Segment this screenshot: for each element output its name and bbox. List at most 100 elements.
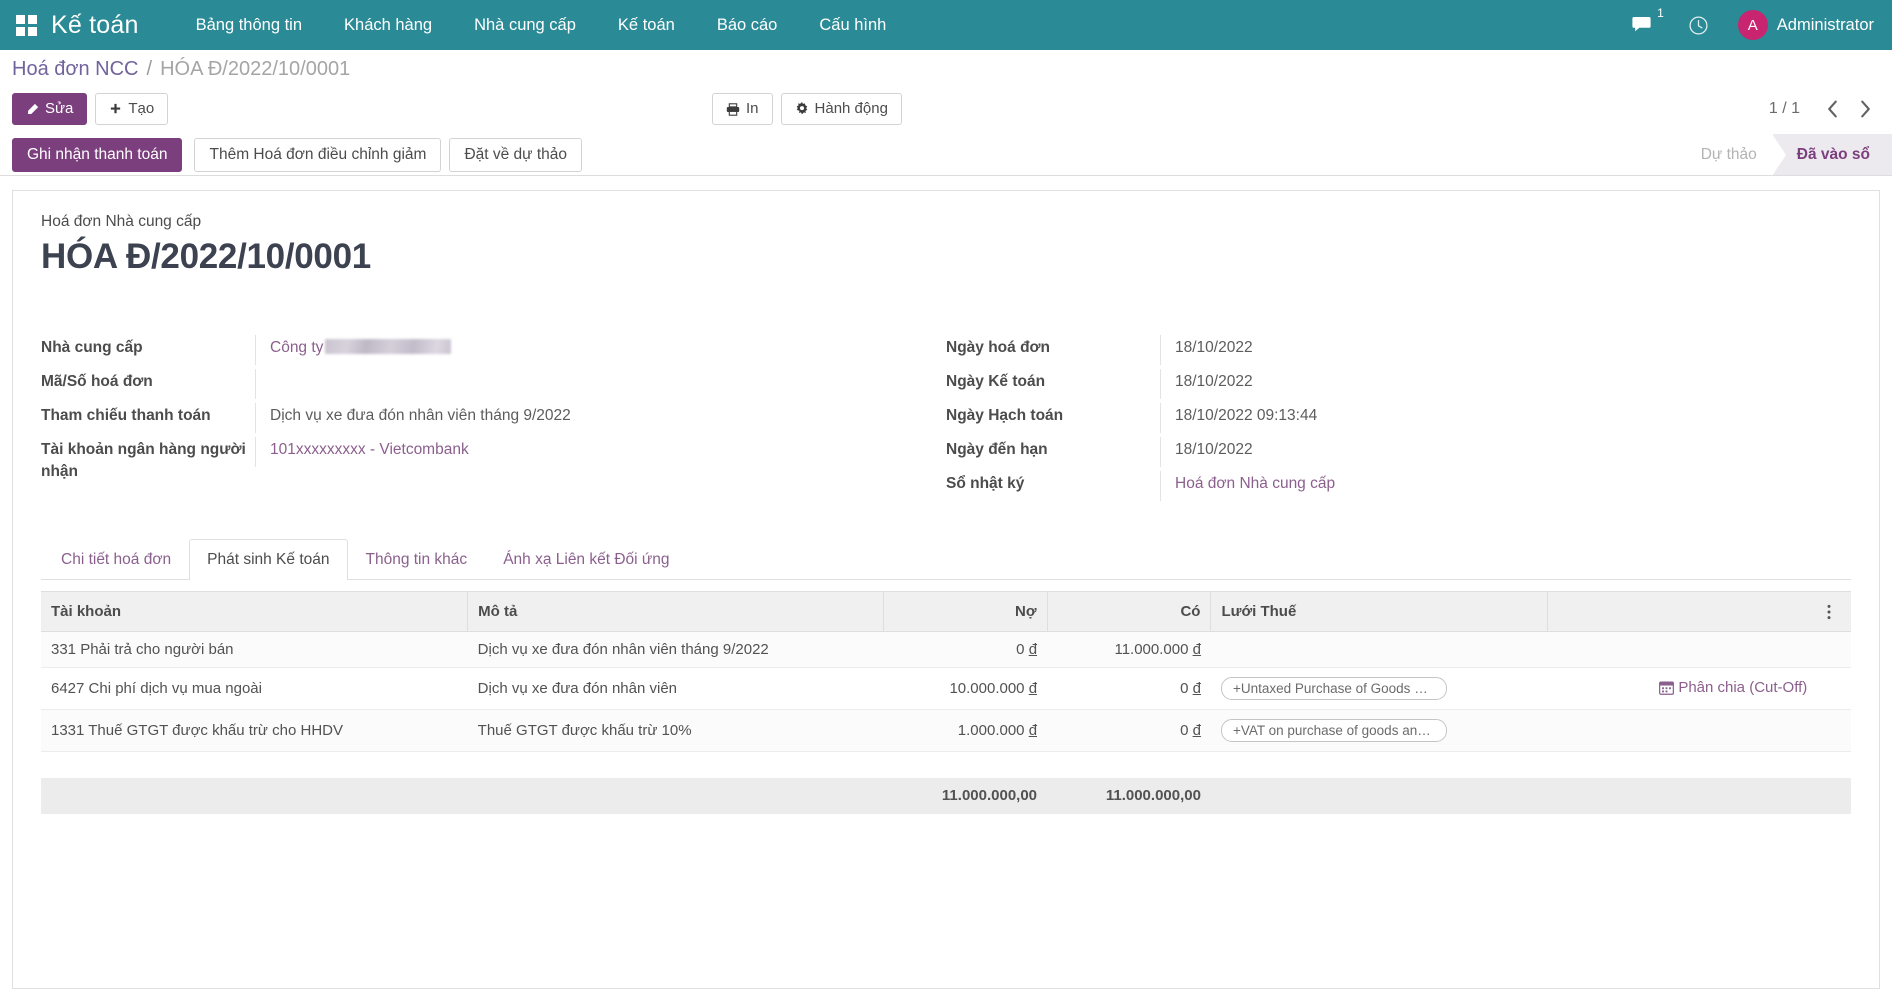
register-payment-button[interactable]: Ghi nhận thanh toán bbox=[12, 138, 182, 172]
cell-account[interactable]: 331 Phải trả cho người bán bbox=[41, 632, 468, 668]
field-due-date-value[interactable]: 18/10/2022 bbox=[1160, 437, 1811, 467]
cell-debit[interactable]: 0 đ bbox=[883, 632, 1047, 668]
messages-button[interactable]: 1 bbox=[1615, 15, 1671, 35]
column-header-debit[interactable]: Nợ bbox=[883, 592, 1047, 632]
main-menu: Bảng thông tin Khách hàng Nhà cung cấp K… bbox=[175, 16, 1615, 35]
field-payment-reference-value[interactable]: Dịch vụ xe đưa đón nhân viên tháng 9/202… bbox=[255, 403, 906, 433]
table-row[interactable]: 6427 Chi phí dịch vụ mua ngoài Dịch vụ x… bbox=[41, 668, 1851, 710]
table-row[interactable]: 1331 Thuế GTGT được khấu trừ cho HHDV Th… bbox=[41, 710, 1851, 752]
currency-symbol: đ bbox=[1193, 722, 1201, 739]
cell-description[interactable]: Dịch vụ xe đưa đón nhân viên bbox=[468, 668, 883, 710]
column-options-icon[interactable] bbox=[1817, 592, 1851, 632]
totals-credit: 11.000.000,00 bbox=[1047, 778, 1211, 814]
cell-debit-amount: 10.000.000 bbox=[949, 680, 1024, 697]
cell-extra bbox=[1548, 632, 1817, 668]
breadcrumb-current: HÓA Đ/2022/10/0001 bbox=[160, 58, 350, 81]
apps-grid-icon[interactable] bbox=[16, 15, 37, 36]
print-button[interactable]: In bbox=[712, 93, 773, 125]
cell-description[interactable]: Thuế GTGT được khấu trừ 10% bbox=[468, 710, 883, 752]
cell-tax-grid[interactable]: +Untaxed Purchase of Goods and S… bbox=[1211, 668, 1548, 710]
menu-item-configuration[interactable]: Cấu hình bbox=[798, 16, 907, 35]
avatar[interactable]: A bbox=[1738, 10, 1768, 40]
cell-account[interactable]: 6427 Chi phí dịch vụ mua ngoài bbox=[41, 668, 468, 710]
cell-credit[interactable]: 11.000.000 đ bbox=[1047, 632, 1211, 668]
tax-grid-tag[interactable]: +Untaxed Purchase of Goods and S… bbox=[1221, 677, 1447, 700]
field-accounting-date-value[interactable]: 18/10/2022 bbox=[1160, 369, 1811, 399]
field-journal-value[interactable]: Hoá đơn Nhà cung cấp bbox=[1160, 471, 1811, 501]
cell-credit[interactable]: 0 đ bbox=[1047, 710, 1211, 752]
pager-previous-button[interactable] bbox=[1818, 100, 1847, 118]
column-header-description[interactable]: Mô tả bbox=[468, 592, 883, 632]
create-button[interactable]: Tạo bbox=[95, 93, 168, 125]
print-button-label: In bbox=[746, 100, 759, 118]
form-sheet-container: Hoá đơn Nhà cung cấp HÓA Đ/2022/10/0001 … bbox=[0, 176, 1892, 989]
field-due-date: Ngày đến hạn 18/10/2022 bbox=[946, 437, 1811, 471]
control-panel: Sửa Tạo In bbox=[0, 88, 1892, 134]
notebook: Chi tiết hoá đơn Phát sinh Kế toán Thông… bbox=[41, 539, 1851, 814]
field-invoice-date-value[interactable]: 18/10/2022 bbox=[1160, 335, 1811, 365]
column-header-tax-grid[interactable]: Lưới Thuế bbox=[1211, 592, 1548, 632]
cell-row-options bbox=[1817, 710, 1851, 752]
pager: 1 / 1 bbox=[1769, 100, 1880, 118]
calendar-icon bbox=[1659, 680, 1674, 695]
reset-to-draft-button[interactable]: Đặt về dự thảo bbox=[449, 138, 582, 172]
tab-other-info[interactable]: Thông tin khác bbox=[348, 539, 486, 580]
field-bill-reference-value[interactable] bbox=[255, 369, 906, 399]
cut-off-split-label: Phân chia (Cut-Off) bbox=[1678, 679, 1807, 696]
tax-grid-tag[interactable]: +VAT on purchase of goods and ser… bbox=[1221, 719, 1447, 742]
plus-icon bbox=[109, 103, 122, 116]
add-credit-note-button[interactable]: Thêm Hoá đơn điều chỉnh giảm bbox=[194, 138, 441, 172]
field-bill-reference-label: Mã/Số hoá đơn bbox=[41, 369, 255, 393]
stage-posted[interactable]: Đã vào sổ bbox=[1773, 134, 1892, 175]
tab-invoice-lines[interactable]: Chi tiết hoá đơn bbox=[43, 539, 189, 580]
field-recipient-bank-value[interactable]: 101xxxxxxxxx - Vietcombank bbox=[255, 437, 906, 467]
cell-row-options bbox=[1817, 668, 1851, 710]
create-button-label: Tạo bbox=[128, 100, 154, 118]
breadcrumb-parent-link[interactable]: Hoá đơn NCC bbox=[12, 58, 139, 81]
messages-count-badge: 1 bbox=[1657, 6, 1664, 20]
pencil-icon bbox=[26, 103, 39, 116]
cut-off-split-link[interactable]: Phân chia (Cut-Off) bbox=[1659, 679, 1807, 696]
menu-item-customers[interactable]: Khách hàng bbox=[323, 16, 453, 35]
cell-debit[interactable]: 10.000.000 đ bbox=[883, 668, 1047, 710]
field-bill-reference: Mã/Số hoá đơn bbox=[41, 369, 906, 403]
edit-button[interactable]: Sửa bbox=[12, 93, 87, 125]
field-posting-datetime-label: Ngày Hạch toán bbox=[946, 403, 1160, 427]
action-button[interactable]: Hành động bbox=[781, 93, 902, 125]
table-spacer-row bbox=[41, 752, 1851, 778]
cell-description[interactable]: Dịch vụ xe đưa đón nhân viên tháng 9/202… bbox=[468, 632, 883, 668]
table-row[interactable]: 331 Phải trả cho người bán Dịch vụ xe đư… bbox=[41, 632, 1851, 668]
cell-account[interactable]: 1331 Thuế GTGT được khấu trừ cho HHDV bbox=[41, 710, 468, 752]
currency-symbol: đ bbox=[1193, 680, 1201, 697]
menu-item-reporting[interactable]: Báo cáo bbox=[696, 16, 799, 35]
cell-tax-grid[interactable] bbox=[1211, 632, 1548, 668]
cell-credit[interactable]: 0 đ bbox=[1047, 668, 1211, 710]
pager-next-button[interactable] bbox=[1851, 100, 1880, 118]
stage-draft[interactable]: Dự thảo bbox=[1677, 134, 1773, 175]
totals-options-cell bbox=[1817, 778, 1851, 814]
menu-item-vendors[interactable]: Nhà cung cấp bbox=[453, 16, 597, 35]
menu-item-accounting[interactable]: Kế toán bbox=[597, 16, 696, 35]
table-header-row: Tài khoản Mô tả Nợ Có Lưới Thuế bbox=[41, 592, 1851, 632]
workflow-buttons: Ghi nhận thanh toán Thêm Hoá đơn điều ch… bbox=[12, 138, 590, 172]
table-header: Tài khoản Mô tả Nợ Có Lưới Thuế bbox=[41, 592, 1851, 632]
redacted-block bbox=[325, 339, 451, 354]
totals-grid-cell bbox=[1211, 778, 1548, 814]
cell-debit[interactable]: 1.000.000 đ bbox=[883, 710, 1047, 752]
menu-item-dashboard[interactable]: Bảng thông tin bbox=[175, 16, 323, 35]
field-posting-datetime-value[interactable]: 18/10/2022 09:13:44 bbox=[1160, 403, 1811, 433]
stage-indicator: Dự thảo Đã vào sổ bbox=[1677, 134, 1892, 175]
user-name-menu[interactable]: Administrator bbox=[1777, 16, 1874, 35]
activity-clock-button[interactable] bbox=[1671, 15, 1726, 36]
tab-reconciliation-mapping[interactable]: Ánh xạ Liên kết Đối ứng bbox=[485, 539, 687, 580]
column-header-credit[interactable]: Có bbox=[1047, 592, 1211, 632]
column-header-account[interactable]: Tài khoản bbox=[41, 592, 468, 632]
field-invoice-date-label: Ngày hoá đơn bbox=[946, 335, 1160, 359]
form-column-left: Nhà cung cấp Công ty Mã/Số hoá đơn Tham … bbox=[41, 335, 946, 505]
field-vendor-value[interactable]: Công ty bbox=[255, 335, 906, 365]
cell-credit-amount: 0 bbox=[1180, 722, 1188, 739]
record-action-buttons: Sửa Tạo bbox=[12, 93, 168, 125]
app-brand-title[interactable]: Kế toán bbox=[51, 11, 139, 40]
tab-journal-items[interactable]: Phát sinh Kế toán bbox=[189, 539, 347, 580]
cell-tax-grid[interactable]: +VAT on purchase of goods and ser… bbox=[1211, 710, 1548, 752]
